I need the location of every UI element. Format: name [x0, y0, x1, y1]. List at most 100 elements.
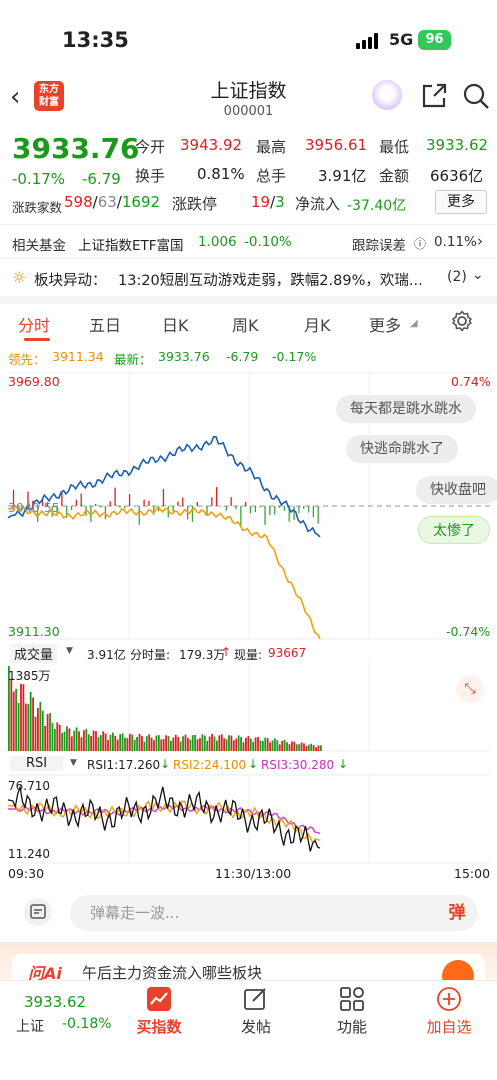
- volume-label: 总手: [256, 167, 287, 185]
- caret-down-icon[interactable]: ▼: [70, 758, 77, 768]
- grid-icon[interactable]: [339, 986, 365, 1012]
- chevron-down-icon[interactable]: ⌄: [472, 267, 484, 283]
- volume-bar: [32, 697, 34, 751]
- alert-count[interactable]: (2): [447, 269, 467, 285]
- tab-intraday[interactable]: 分时: [18, 312, 50, 336]
- chart-icon[interactable]: [146, 986, 172, 1012]
- promo-banner[interactable]: 问Ai 午后主力资金流入哪些板块: [0, 942, 497, 982]
- volume-bar: [29, 691, 32, 751]
- expand-icon[interactable]: ⤡: [456, 675, 484, 703]
- rsi1-value: RSI1:17.260: [87, 758, 161, 772]
- volume-bar: [10, 678, 13, 751]
- rsi-selector[interactable]: RSI: [10, 756, 64, 771]
- volume-bar: [271, 740, 274, 751]
- volume-bar: [220, 734, 223, 751]
- volume-bar: [39, 701, 42, 751]
- time-axis-start: 09:30: [8, 866, 45, 881]
- flow-bar: [196, 501, 198, 506]
- assistant-avatar-icon[interactable]: [372, 80, 402, 110]
- back-icon[interactable]: ‹: [10, 82, 20, 112]
- high-label: 最高: [256, 138, 287, 156]
- tab-weekly[interactable]: 周K: [232, 312, 259, 336]
- volume-value: 3.91亿: [318, 167, 367, 185]
- volume-bar: [278, 744, 281, 751]
- volume-bar: [90, 735, 93, 751]
- intraday-chart[interactable]: 领先： 3911.34 最新： 3933.76 -6.79 -0.17% 396…: [0, 345, 497, 885]
- volume-bar: [97, 737, 100, 751]
- volume-bar: [128, 733, 131, 751]
- volume-bar: [252, 741, 255, 751]
- more-quote-button[interactable]: 更多: [435, 190, 487, 214]
- search-icon[interactable]: [462, 82, 490, 110]
- volume-axis-max: 1385万: [8, 669, 51, 683]
- tab-daily[interactable]: 日K: [162, 312, 189, 336]
- current-price: 3933.76: [12, 132, 140, 165]
- danmu-toggle-button[interactable]: 弹: [442, 898, 472, 928]
- tab-more[interactable]: 更多: [369, 312, 401, 336]
- volume-bar: [49, 713, 51, 751]
- bottom-index-name[interactable]: 上证: [16, 1016, 44, 1036]
- arrow-right-icon[interactable]: [442, 960, 474, 982]
- nav-add-watchlist[interactable]: 加自选: [409, 1016, 489, 1037]
- volume-bar: [223, 738, 226, 751]
- volume-bar: [148, 734, 151, 751]
- volume-bar: [15, 688, 18, 751]
- volume-bar: [317, 745, 320, 751]
- pct-axis-bottom: -0.74%: [446, 624, 491, 639]
- volume-bar: [116, 739, 119, 751]
- volume-bar: [162, 739, 165, 751]
- caret-down-icon[interactable]: ▼: [66, 646, 73, 656]
- volume-bar: [63, 731, 66, 751]
- volume-bar: [121, 733, 124, 751]
- flow-bar: [148, 500, 150, 506]
- tab-underline: [24, 338, 50, 341]
- volume-bar: [170, 740, 172, 751]
- chevron-right-icon[interactable]: ›: [477, 232, 483, 250]
- promo-card[interactable]: 问Ai 午后主力资金流入哪些板块: [12, 954, 485, 982]
- edit-icon[interactable]: [243, 986, 269, 1012]
- alert-text[interactable]: 13:20短剧互动游戏走弱，跌幅2.89%，欢瑞...: [118, 269, 436, 290]
- volume-bar: [312, 745, 315, 751]
- time-axis-mid: 11:30/13:00: [215, 866, 292, 881]
- flow-bar: [138, 506, 140, 525]
- nav-buy-index[interactable]: 买指数: [119, 1016, 199, 1037]
- low-value: 3933.62: [426, 136, 489, 154]
- volume-bar: [300, 742, 303, 751]
- volume-bar: [46, 714, 49, 751]
- promo-text: 午后主力资金流入哪些板块: [82, 964, 263, 982]
- volume-bar: [276, 740, 279, 751]
- volume-bar: [174, 734, 177, 751]
- breadth-values: 598/ 63/ 1692: [64, 193, 161, 211]
- nav-functions[interactable]: 功能: [312, 1016, 392, 1037]
- pct-axis-top: 0.74%: [451, 374, 491, 389]
- danmu-input[interactable]: 弹幕走一波...: [70, 895, 478, 931]
- flow-bar: [240, 506, 242, 526]
- volume-bar: [70, 736, 73, 751]
- nav-post[interactable]: 发帖: [216, 1016, 296, 1037]
- settings-icon[interactable]: [451, 310, 473, 332]
- add-circle-icon[interactable]: [436, 986, 462, 1012]
- bottom-index-pct[interactable]: -0.18%: [62, 1016, 112, 1032]
- danmu-bubble: 快收盘吧: [416, 476, 497, 504]
- flow-bar: [61, 492, 63, 506]
- arrow-down-icon: ↓: [160, 757, 171, 771]
- danmu-settings-icon[interactable]: [24, 898, 52, 926]
- info-icon[interactable]: ⓘ: [414, 235, 426, 252]
- flow-bar: [274, 506, 276, 515]
- volume-bar: [131, 734, 134, 751]
- volume-bar: [288, 744, 291, 751]
- high-value: 3956.61: [305, 136, 368, 154]
- fund-name[interactable]: 上证指数ETF富国: [78, 234, 184, 254]
- tab-monthly[interactable]: 月K: [304, 312, 331, 336]
- volume-bar: [257, 736, 259, 751]
- bottom-index-price[interactable]: 3933.62: [24, 993, 86, 1011]
- volume-bar: [87, 734, 90, 751]
- volume-selector[interactable]: 成交量: [10, 644, 58, 663]
- volume-bar: [281, 740, 284, 751]
- volume-bar: [41, 710, 44, 751]
- volume-bar: [290, 741, 293, 751]
- volume-bar: [228, 735, 230, 751]
- tab-five-day[interactable]: 五日: [89, 312, 121, 336]
- share-icon[interactable]: [420, 82, 448, 110]
- volume-bar: [264, 737, 267, 751]
